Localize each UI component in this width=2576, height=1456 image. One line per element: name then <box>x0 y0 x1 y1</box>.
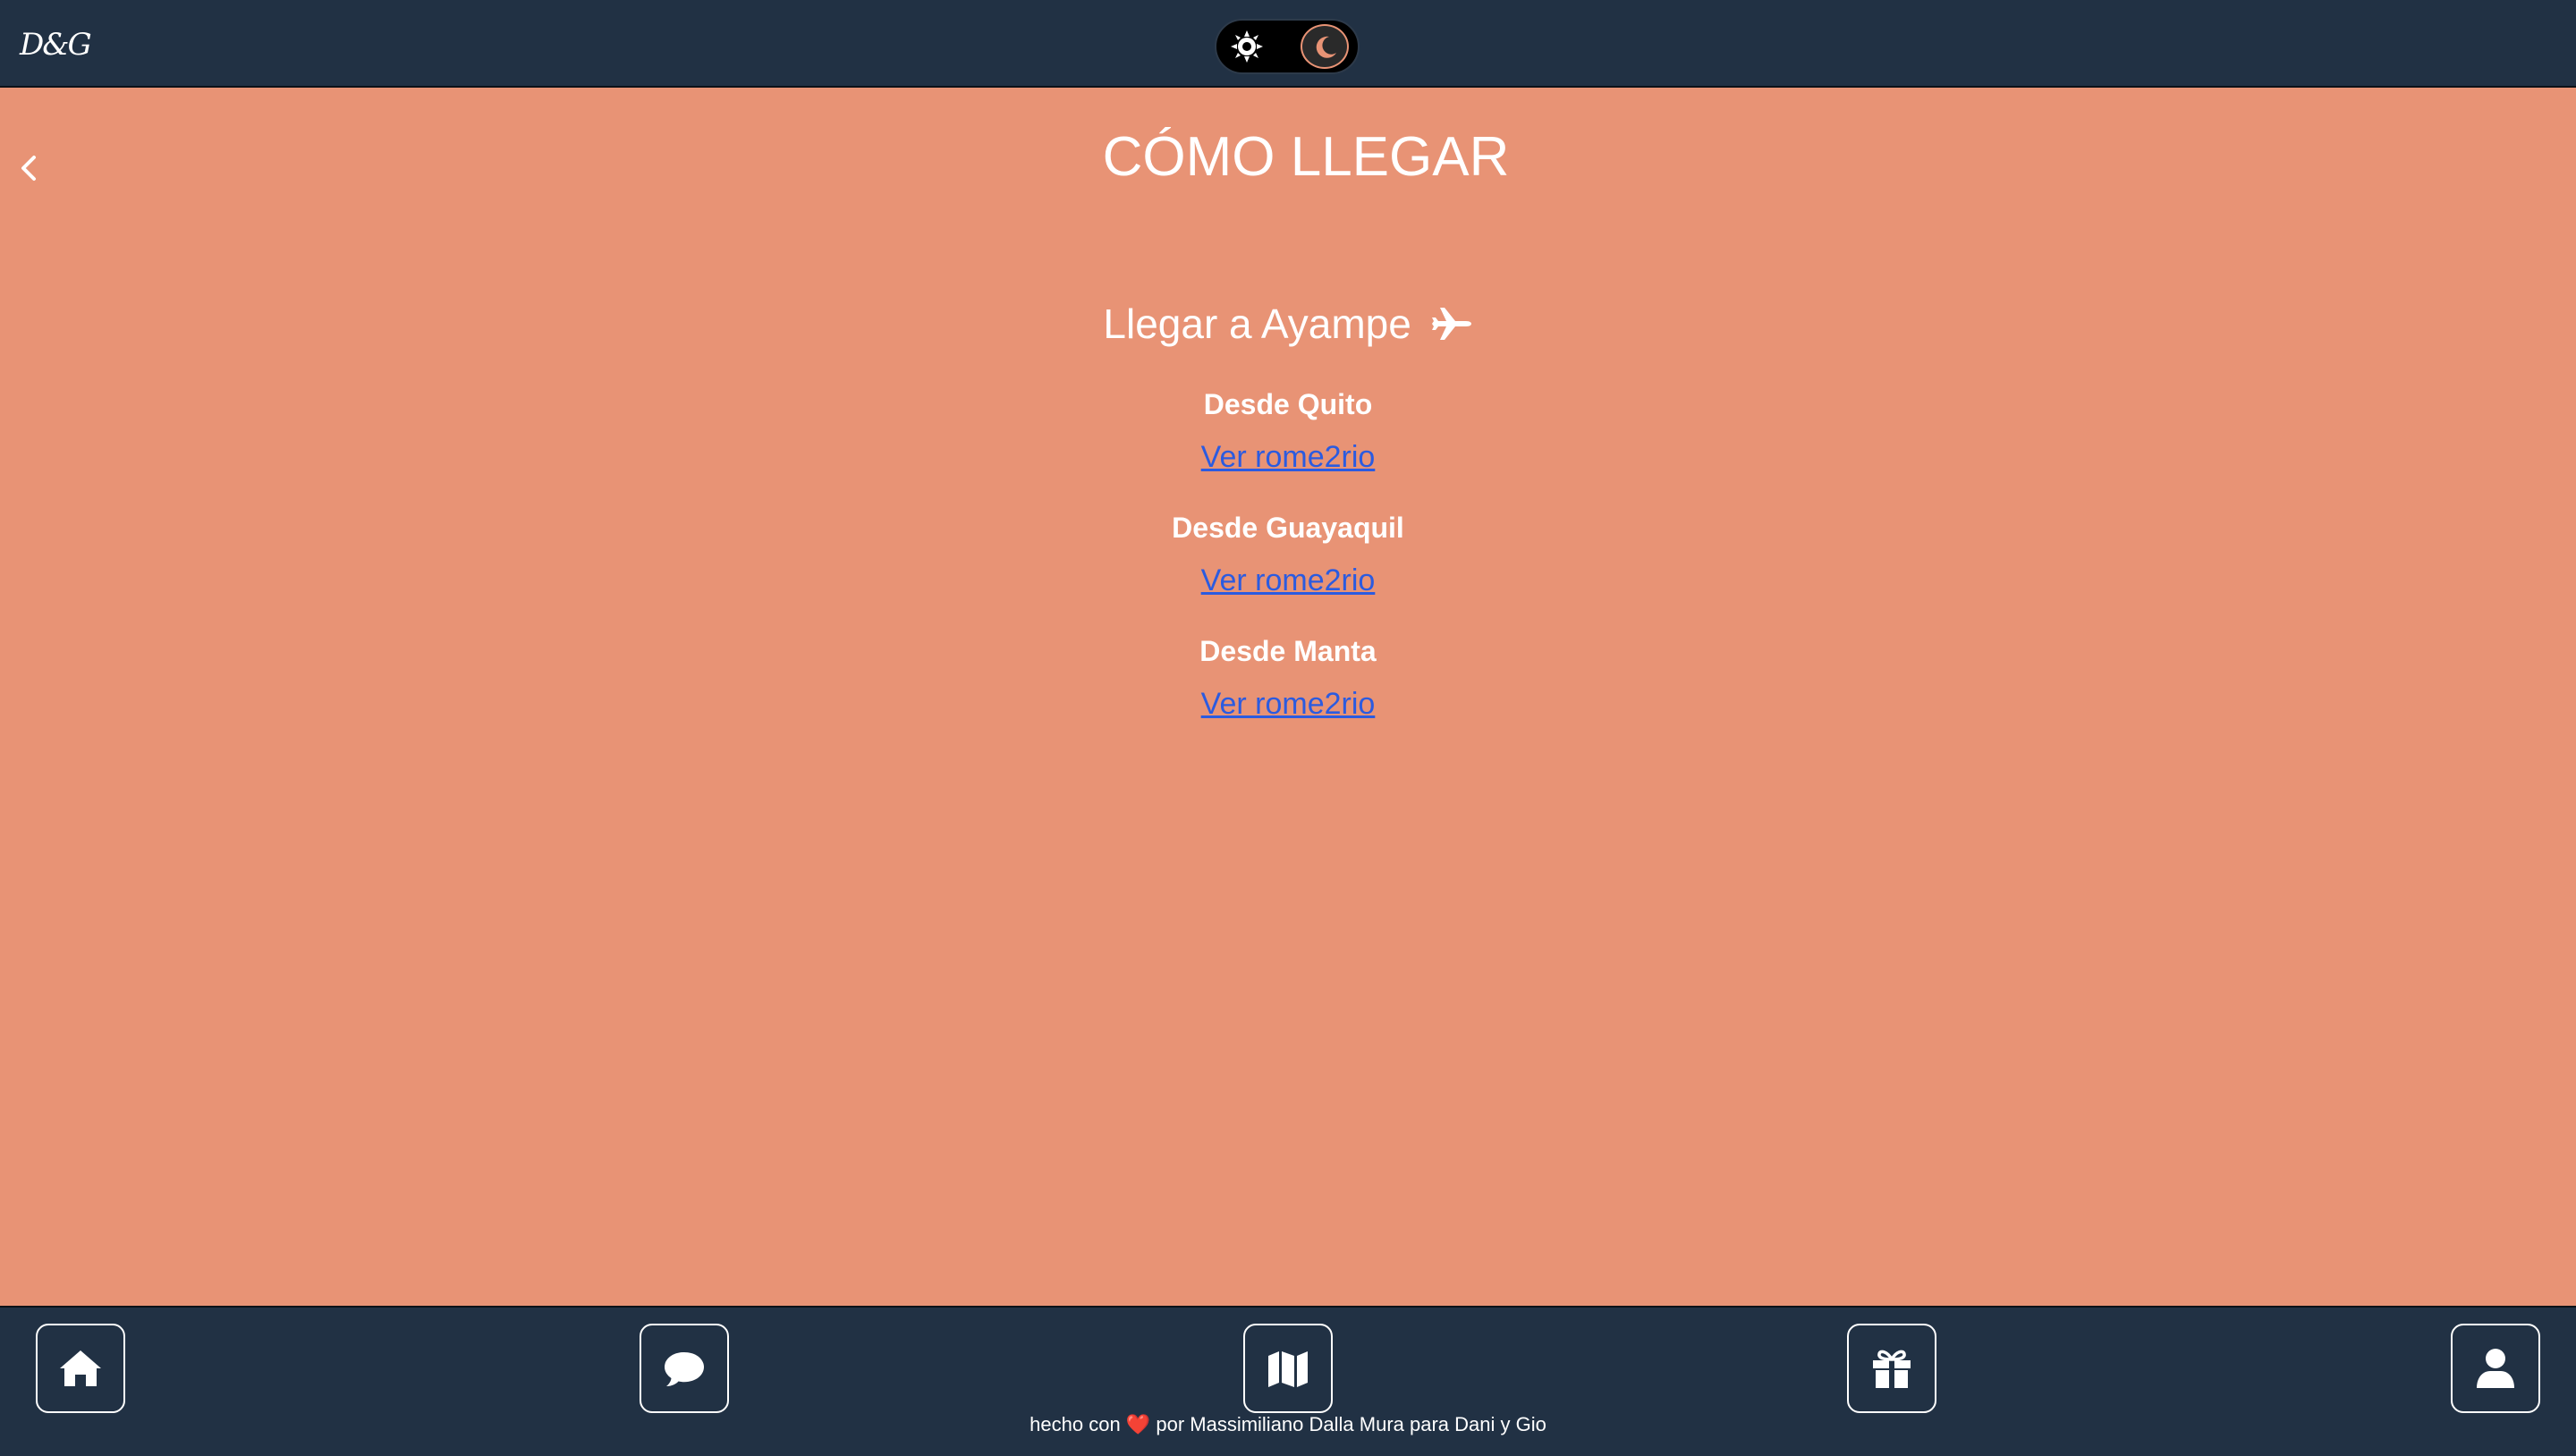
map-icon <box>1268 1351 1308 1387</box>
gift-icon <box>1873 1350 1911 1389</box>
route-label: Desde Quito <box>1203 388 1373 420</box>
route-quito: Desde Quito Ver rome2rio <box>0 385 2576 478</box>
gifts-button[interactable] <box>1847 1324 1936 1413</box>
rome2rio-link-guayaquil[interactable]: Ver rome2rio <box>1201 560 1376 601</box>
route-label: Desde Guayaquil <box>1172 512 1404 544</box>
moon-icon <box>1316 36 1336 58</box>
site-logo[interactable]: D&G <box>20 27 92 63</box>
airplane-icon <box>1431 307 1471 340</box>
footer-text-before: hecho con <box>1030 1413 1121 1435</box>
home-button[interactable] <box>36 1324 125 1413</box>
dark-mode-knob[interactable] <box>1301 24 1349 69</box>
heart-icon: ❤️ <box>1125 1413 1151 1435</box>
section-title: Llegar a Ayampe <box>0 295 2576 352</box>
messages-button[interactable] <box>640 1324 729 1413</box>
chat-bubble-icon <box>665 1352 704 1386</box>
user-icon <box>2477 1349 2514 1388</box>
rome2rio-link-manta[interactable]: Ver rome2rio <box>1201 683 1376 724</box>
section-title-text: Llegar a Ayampe <box>1103 301 1411 347</box>
footer-credit: hecho con ❤️ por Massimiliano Dalla Mura… <box>0 1413 2576 1436</box>
rome2rio-link-quito[interactable]: Ver rome2rio <box>1201 436 1376 478</box>
profile-button[interactable] <box>2451 1324 2540 1413</box>
map-button[interactable] <box>1243 1324 1333 1413</box>
theme-toggle[interactable] <box>1215 19 1360 74</box>
route-manta: Desde Manta Ver rome2rio <box>0 631 2576 724</box>
bottom-nav: hecho con ❤️ por Massimiliano Dalla Mura… <box>0 1306 2576 1456</box>
sun-icon[interactable] <box>1231 30 1263 63</box>
footer-text-after: por Massimiliano Dalla Mura para Dani y … <box>1156 1413 1546 1435</box>
route-label: Desde Manta <box>1199 635 1377 667</box>
page-title: CÓMO LLEGAR <box>1102 126 1510 188</box>
top-bar: D&G <box>0 0 2576 88</box>
home-icon <box>60 1350 101 1386</box>
route-guayaquil: Desde Guayaquil Ver rome2rio <box>0 508 2576 601</box>
directions-section: Llegar a Ayampe Desde Quito Ver rome2rio… <box>0 295 2576 755</box>
